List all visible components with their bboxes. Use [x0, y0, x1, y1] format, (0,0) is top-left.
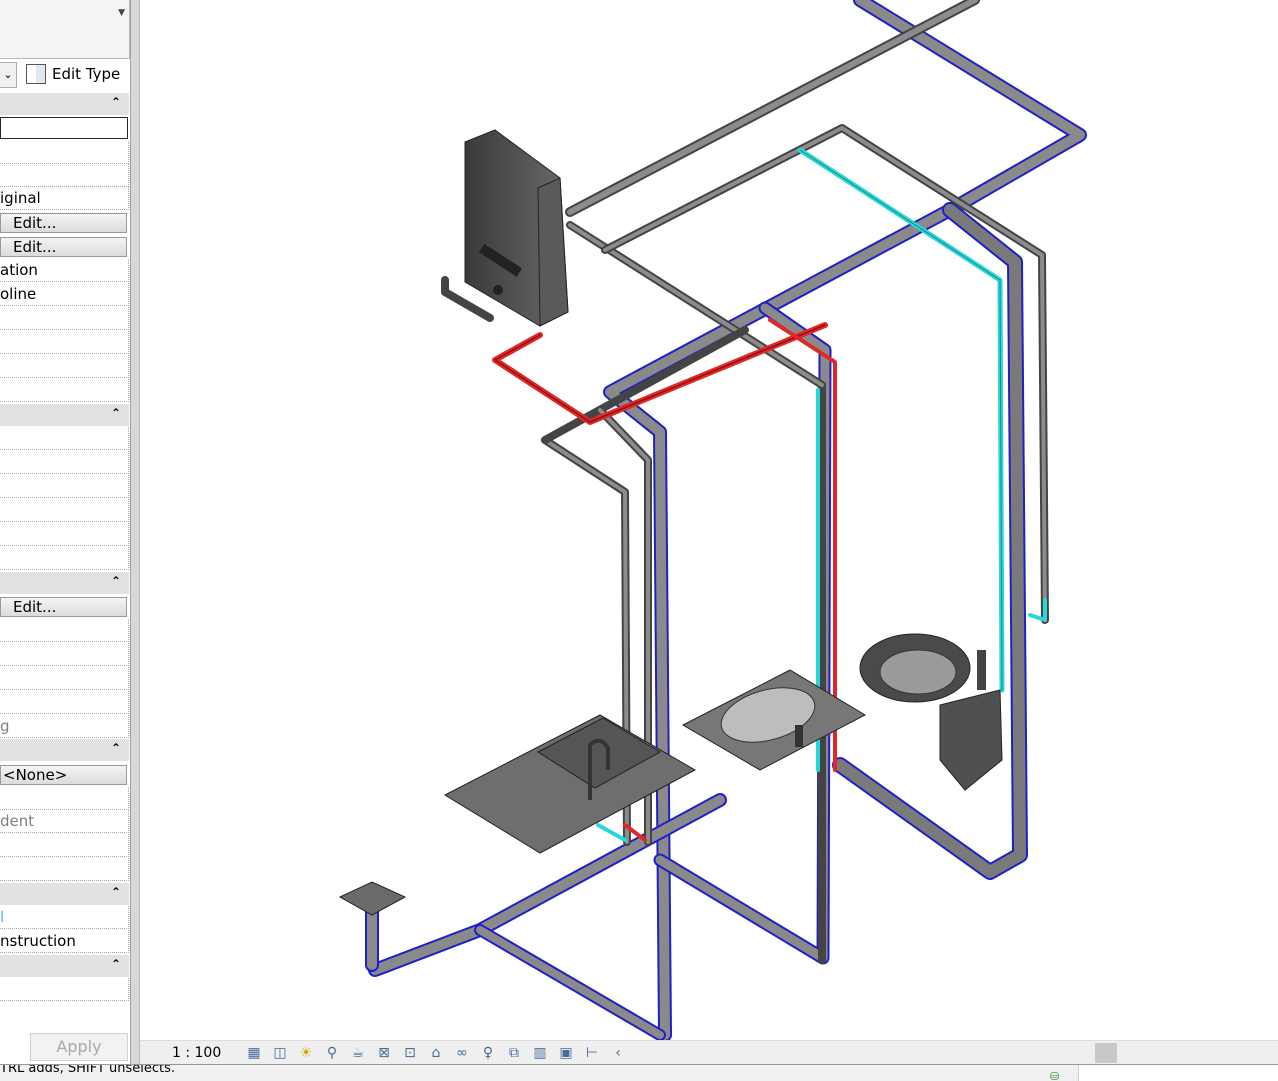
show-crop-icon[interactable]: ⊡	[400, 1043, 420, 1063]
sun-path-off-icon[interactable]: ☀	[296, 1043, 316, 1063]
detail-level-icon[interactable]: ▦	[244, 1043, 264, 1063]
status-text: TRL adds, SHIFT unselects.	[0, 1064, 176, 1076]
lavatory[interactable]	[681, 669, 867, 771]
plumbing-model[interactable]	[140, 0, 1278, 1042]
collapse-icon[interactable]: ⌃	[111, 574, 121, 588]
view-scale[interactable]: 1 : 100	[172, 1045, 221, 1061]
palette-splitter[interactable]	[130, 0, 140, 1064]
collapse-icon[interactable]: ⌃	[111, 957, 121, 971]
property-row[interactable]	[0, 978, 129, 1001]
property-row[interactable]	[0, 667, 129, 690]
property-row[interactable]	[0, 691, 129, 714]
property-row[interactable]	[0, 475, 129, 498]
water-heater[interactable]	[464, 129, 569, 327]
constraints-icon[interactable]: ⊢	[582, 1043, 602, 1063]
analytical-model-icon[interactable]: ▣	[556, 1043, 576, 1063]
section-header[interactable]: ⌃	[0, 93, 129, 115]
property-row[interactable]: ation	[0, 259, 129, 282]
property-row[interactable]	[0, 834, 129, 857]
property-row[interactable]	[0, 141, 129, 164]
edit-type-button[interactable]: Edit Type	[26, 62, 120, 86]
property-row[interactable]: iginal	[0, 187, 129, 210]
chevron-down-icon[interactable]: ▼	[118, 8, 125, 18]
selection-filter-icon[interactable]: ⛁	[1050, 1067, 1074, 1081]
collapse-icon[interactable]: ⌃	[111, 95, 121, 109]
property-row[interactable]	[0, 427, 129, 450]
collapse-icon[interactable]: ‹	[608, 1043, 628, 1063]
property-row[interactable]: oline	[0, 283, 129, 306]
status-bar: TRL adds, SHIFT unselects. ⛁	[0, 1064, 1278, 1081]
edit-button[interactable]: Edit...	[0, 213, 127, 233]
reveal-hidden-icon[interactable]: ♀	[478, 1043, 498, 1063]
unlock-3d-view-icon[interactable]: ⌂	[426, 1043, 446, 1063]
shadows-off-icon[interactable]: ⚲	[322, 1043, 342, 1063]
section-header[interactable]: ⌃	[0, 955, 129, 977]
temporary-hide-icon[interactable]: ∞	[452, 1043, 472, 1063]
3d-view-canvas[interactable]	[140, 0, 1278, 1042]
property-row[interactable]	[0, 787, 129, 810]
collapse-icon[interactable]: ⌃	[111, 406, 121, 420]
property-row[interactable]	[0, 307, 129, 330]
property-row[interactable]	[0, 355, 129, 378]
section-header[interactable]: ⌃	[0, 572, 129, 594]
edit-type-label: Edit Type	[52, 65, 121, 83]
property-row[interactable]	[0, 523, 129, 546]
instance-filter-dropdown[interactable]: ⌄	[0, 62, 17, 88]
property-row[interactable]: g	[0, 715, 129, 738]
property-row[interactable]	[0, 379, 129, 402]
section-header[interactable]: ⌃	[0, 883, 129, 905]
crop-view-icon[interactable]: ⊠	[374, 1043, 394, 1063]
property-row[interactable]	[0, 619, 129, 642]
status-field	[1078, 1065, 1278, 1081]
property-row[interactable]: l	[0, 906, 129, 929]
visual-style-icon[interactable]: ◫	[270, 1043, 290, 1063]
edit-button[interactable]: Edit...	[0, 597, 127, 617]
property-row[interactable]	[0, 858, 129, 881]
property-row[interactable]	[0, 499, 129, 522]
property-row[interactable]	[0, 547, 129, 570]
property-row[interactable]	[0, 164, 129, 187]
property-row[interactable]	[0, 643, 129, 666]
property-row[interactable]	[0, 331, 129, 354]
section-header[interactable]: ⌃	[0, 404, 129, 426]
none-button[interactable]: <None>	[0, 765, 127, 785]
floor-drain[interactable]	[338, 881, 407, 916]
horizontal-scrollbar-thumb[interactable]	[1095, 1043, 1117, 1063]
property-row[interactable]	[0, 451, 129, 474]
worksharing-icon[interactable]: ⧉	[504, 1043, 524, 1063]
collapse-icon[interactable]: ⌃	[111, 741, 121, 755]
apply-button[interactable]: Apply	[30, 1033, 128, 1061]
section-header[interactable]: ⌃	[0, 739, 129, 761]
edit-type-icon	[26, 64, 46, 84]
view-control-bar: 1 : 100 ▦ ◫ ☀ ⚲ ☕ ⊠ ⊡ ⌂ ∞ ♀ ⧉ ▥ ▣ ⊢ ‹	[140, 1040, 1278, 1065]
view-control-icons: ▦ ◫ ☀ ⚲ ☕ ⊠ ⊡ ⌂ ∞ ♀ ⧉ ▥ ▣ ⊢ ‹	[244, 1043, 628, 1063]
type-selector[interactable]: ▼	[0, 0, 130, 59]
property-input[interactable]	[0, 117, 128, 139]
edit-button[interactable]: Edit...	[0, 237, 127, 257]
render-icon[interactable]: ☕	[348, 1043, 368, 1063]
property-row[interactable]: dent	[0, 810, 129, 833]
properties-palette: ▼ ⌄ Edit Type ⌃ iginal Edit... Edit... a…	[0, 0, 130, 1064]
toilet[interactable]	[859, 633, 1003, 791]
collapse-icon[interactable]: ⌃	[111, 885, 121, 899]
design-options-icon[interactable]: ▥	[530, 1043, 550, 1063]
property-row[interactable]: nstruction	[0, 930, 129, 953]
